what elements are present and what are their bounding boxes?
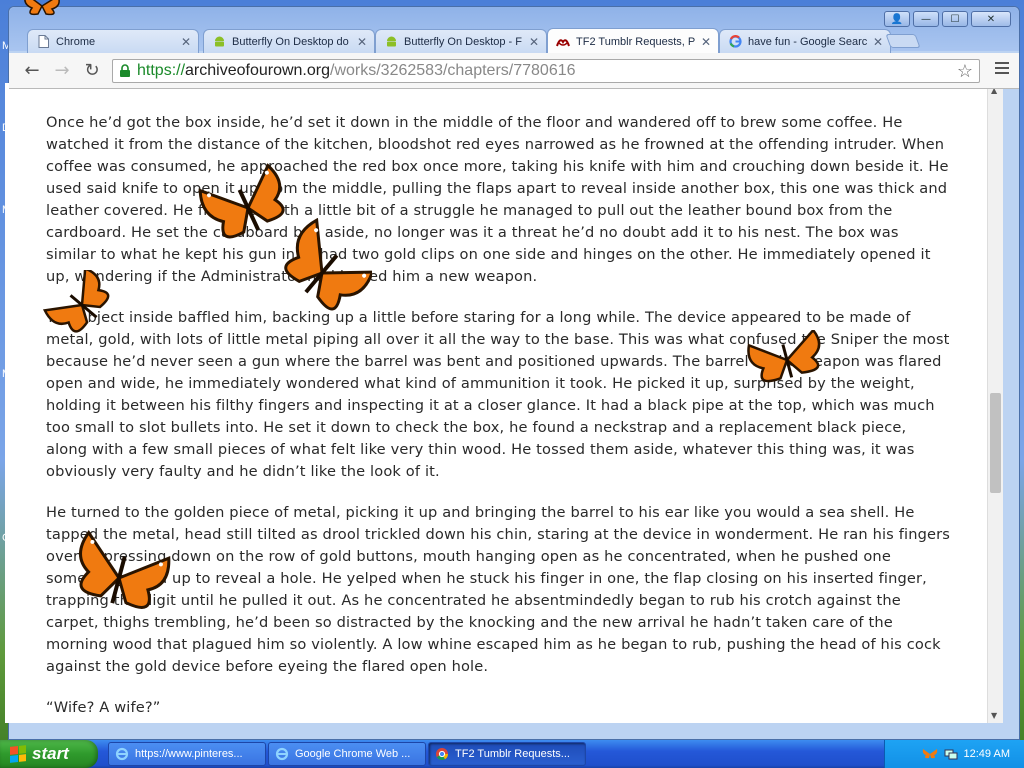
chrome-menu-icon[interactable]	[995, 62, 1009, 77]
tab-label: Butterfly On Desktop do	[232, 35, 349, 48]
close-window-button[interactable]: ✕	[971, 11, 1011, 27]
tab-label: Butterfly On Desktop - F	[404, 35, 522, 48]
taskbar-item-tf2-requests[interactable]: TF2 Tumblr Requests...	[428, 742, 586, 766]
taskbar: start https://www.pinteres... Google Chr…	[0, 740, 1024, 768]
tab-label: have fun - Google Searc	[748, 35, 868, 48]
scrollbar-thumb[interactable]	[990, 393, 1001, 493]
windows-logo-icon	[10, 745, 26, 763]
google-icon	[728, 35, 742, 49]
tab-butterfly-2[interactable]: Butterfly On Desktop - F ✕	[375, 29, 547, 53]
tab-butterfly-1[interactable]: Butterfly On Desktop do ✕	[203, 29, 375, 53]
butterfly-tray-icon[interactable]	[922, 748, 938, 760]
butterfly-icon	[747, 330, 821, 383]
window-controls: 👤 — ☐ ✕	[884, 11, 1011, 27]
tab-chrome[interactable]: Chrome ✕	[27, 29, 199, 53]
tab-label: Chrome	[56, 35, 96, 48]
tab-label: TF2 Tumblr Requests, P	[576, 35, 696, 48]
task-label: TF2 Tumblr Requests...	[455, 748, 570, 760]
lock-icon	[119, 64, 131, 78]
bookmark-star-icon[interactable]: ☆	[957, 61, 973, 82]
ie-icon	[115, 747, 129, 761]
close-icon[interactable]: ✕	[528, 35, 540, 49]
start-button[interactable]: start	[0, 740, 98, 768]
page-content: *** Once he’d got the box inside, he’d s…	[5, 83, 987, 723]
task-label: https://www.pinteres...	[135, 748, 243, 760]
paragraph: Once he’d got the box inside, he’d set i…	[46, 114, 949, 285]
close-icon[interactable]: ✕	[356, 35, 368, 49]
ao3-icon	[556, 35, 570, 49]
address-bar[interactable]: https://archiveofourown.org/works/326258…	[112, 59, 980, 83]
browser-toolbar: ← → ↻ https://archiveofourown.org/works/…	[9, 53, 1019, 89]
close-icon[interactable]: ✕	[700, 35, 712, 49]
start-label: start	[32, 744, 69, 763]
chrome-icon	[436, 748, 448, 761]
butterfly-icon	[284, 218, 372, 311]
taskbar-item-chrome-web[interactable]: Google Chrome Web ...	[268, 742, 426, 766]
taskbar-item-pinterest[interactable]: https://www.pinteres...	[108, 742, 266, 766]
tab-tf2-tumblr-requests[interactable]: TF2 Tumblr Requests, P ✕	[547, 28, 719, 54]
chapter-text: *** Once he’d got the box inside, he’d s…	[46, 83, 951, 723]
ie-icon	[275, 747, 289, 761]
page-icon	[36, 35, 50, 49]
maximize-button[interactable]: ☐	[942, 11, 968, 27]
vertical-scrollbar[interactable]: ▲ ▼	[987, 83, 1003, 723]
tab-google-search[interactable]: have fun - Google Searc ✕	[719, 29, 891, 53]
url-path: /works/3262583/chapters/7780616	[330, 62, 576, 79]
paragraph: He turned to the golden piece of metal, …	[46, 504, 951, 675]
network-icon[interactable]	[944, 747, 958, 761]
butterfly-icon	[42, 270, 110, 333]
android-icon	[212, 35, 226, 49]
forward-button[interactable]: →	[51, 61, 73, 83]
url-scheme: https://	[137, 62, 186, 79]
back-button[interactable]: ←	[21, 61, 43, 83]
clock[interactable]: 12:49 AM	[964, 748, 1010, 760]
paragraph: “Wife? A wife?”	[46, 699, 161, 716]
task-label: Google Chrome Web ...	[295, 748, 411, 760]
close-icon[interactable]: ✕	[872, 35, 884, 49]
url-host: archiveofourown.org	[185, 62, 330, 79]
tab-strip: Chrome ✕ Butterfly On Desktop do ✕ Butte…	[9, 7, 1019, 54]
android-icon	[384, 35, 398, 49]
system-tray: 12:49 AM	[884, 740, 1024, 768]
butterfly-icon	[24, 0, 60, 16]
minimize-button[interactable]: —	[913, 11, 939, 27]
close-icon[interactable]: ✕	[180, 35, 192, 49]
scroll-down-arrow-icon[interactable]: ▼	[991, 711, 997, 720]
reload-button[interactable]: ↻	[81, 61, 103, 83]
user-profile-icon[interactable]: 👤	[884, 11, 910, 27]
new-tab-button[interactable]	[885, 34, 921, 48]
butterfly-icon	[78, 530, 171, 609]
